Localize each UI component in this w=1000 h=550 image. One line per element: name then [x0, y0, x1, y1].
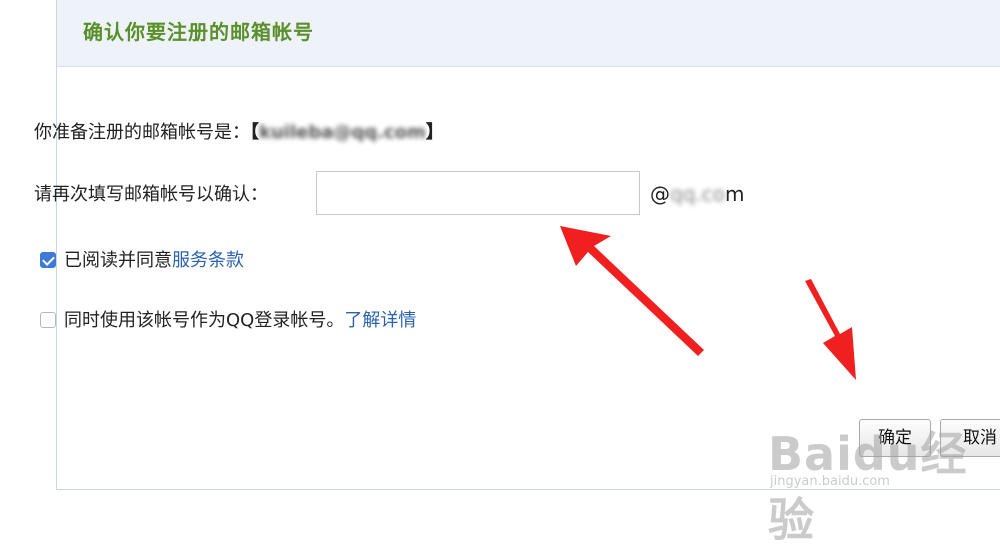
register-confirm-dialog: 确认你要注册的邮箱帐号: [56, 0, 1000, 490]
learn-more-link[interactable]: 了解详情: [344, 310, 416, 331]
bracket-open: 【: [250, 122, 259, 143]
confirm-label: 请再次填写邮箱帐号以确认：: [34, 184, 268, 205]
qq-login-row: 同时使用该帐号作为QQ登录帐号。了解详情: [64, 306, 416, 332]
dialog-header: 确认你要注册的邮箱帐号: [57, 0, 1000, 67]
qq-login-text: 同时使用该帐号作为QQ登录帐号。: [64, 310, 345, 331]
email-domain: @qq.com: [650, 182, 744, 206]
qq-login-checkbox[interactable]: [40, 312, 56, 328]
confirm-button[interactable]: 确定: [859, 419, 931, 457]
domain-end: m: [724, 182, 745, 206]
agree-checkbox[interactable]: [40, 252, 56, 268]
account-row: 你准备注册的邮箱帐号是：【kuileba@qq.com】: [34, 118, 444, 144]
account-label: 你准备注册的邮箱帐号是：: [34, 122, 250, 143]
terms-link[interactable]: 服务条款: [172, 250, 244, 271]
bracket-close: 】: [425, 122, 444, 143]
confirm-email-input[interactable]: [316, 171, 640, 215]
agree-row: 已阅读并同意服务条款: [64, 246, 244, 272]
agree-text: 已阅读并同意: [64, 250, 172, 271]
account-value: kuileba@qq.com: [259, 122, 426, 143]
domain-mid: qq.co: [670, 182, 725, 206]
cancel-button[interactable]: 取消: [940, 419, 1000, 457]
domain-at: @: [650, 182, 670, 206]
dialog-title: 确认你要注册的邮箱帐号: [83, 20, 314, 44]
